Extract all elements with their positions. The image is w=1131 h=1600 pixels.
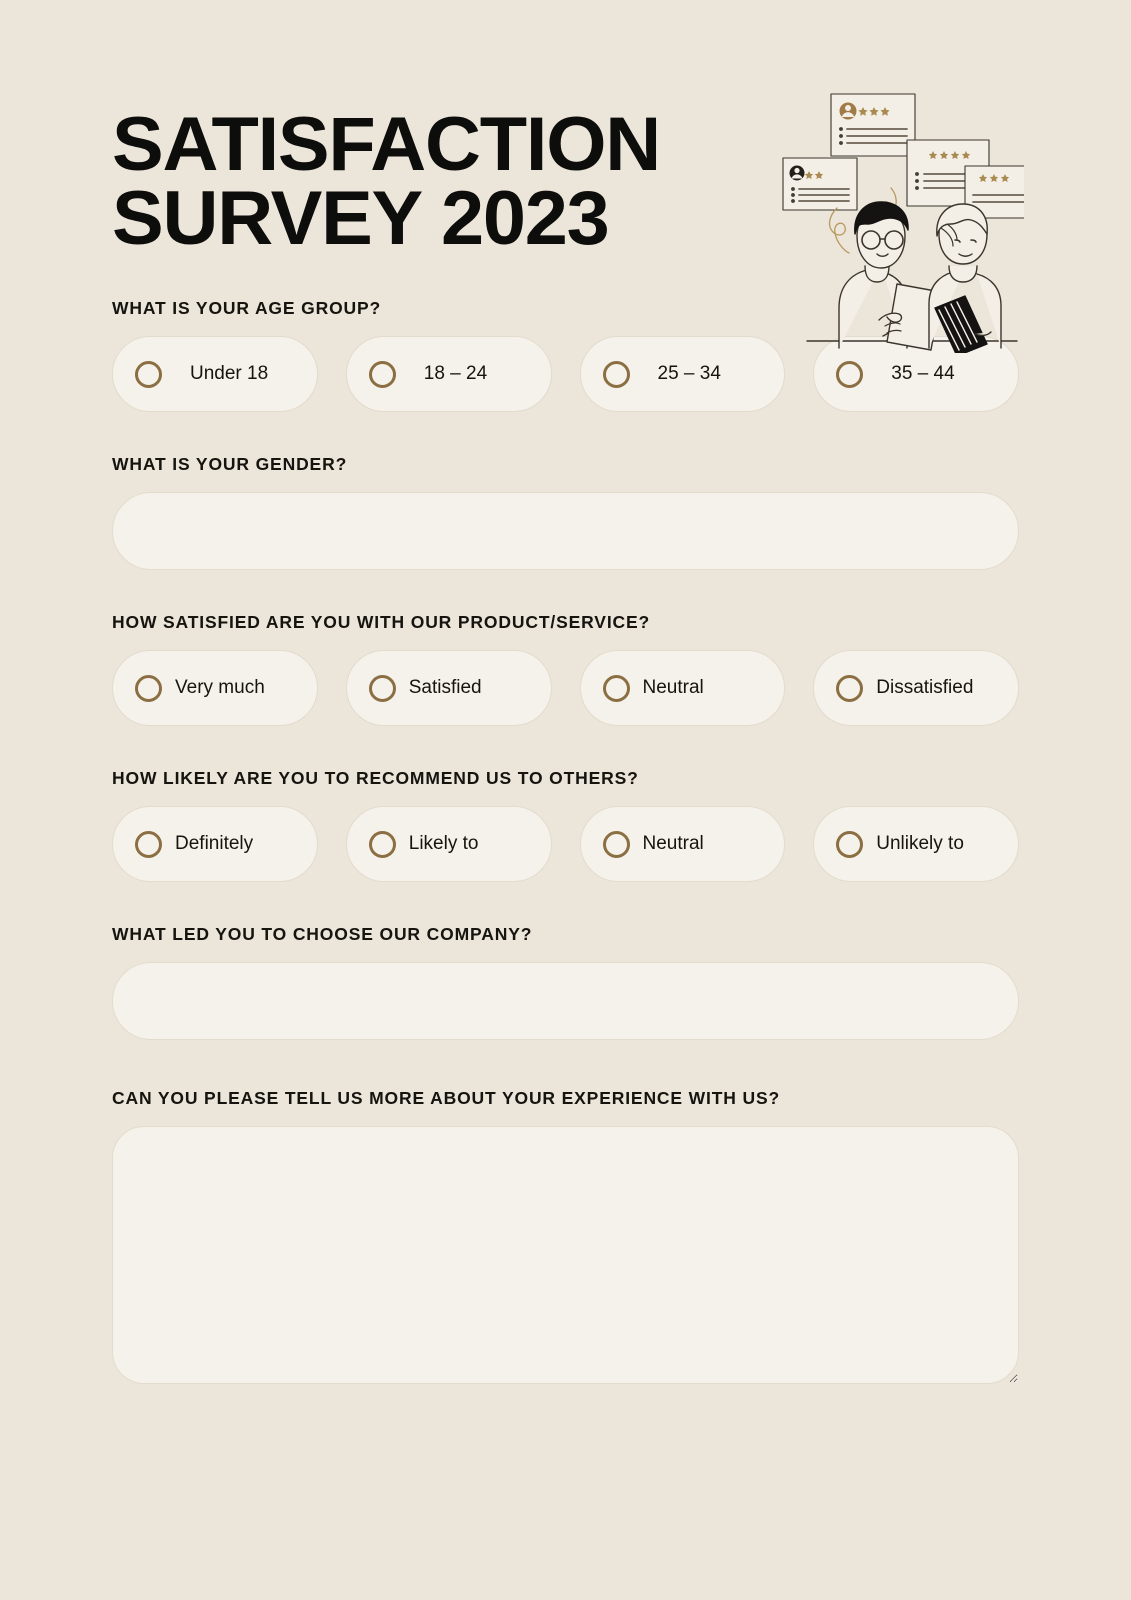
option-label: Neutral xyxy=(642,833,704,854)
option-label: Definitely xyxy=(175,833,254,854)
radio-icon[interactable] xyxy=(135,674,162,702)
experience-textarea[interactable] xyxy=(112,1126,1019,1384)
options-row-recommend: Definitely Likely to Neutral Unlikely to xyxy=(112,806,1019,882)
option-label: 18 – 24 xyxy=(423,363,488,384)
option-recommend-neutral[interactable]: Neutral xyxy=(579,806,786,882)
radio-icon[interactable] xyxy=(836,830,864,858)
option-recommend-unlikely-to[interactable]: Unlikely to xyxy=(813,806,1019,882)
page-title-line-2: SURVEY 2023 xyxy=(112,176,610,262)
radio-icon[interactable] xyxy=(368,830,396,858)
question-gender: WHAT IS YOUR GENDER? xyxy=(112,454,1019,570)
option-label: Under 18 xyxy=(190,363,269,384)
radio-icon[interactable] xyxy=(135,830,162,858)
radio-icon[interactable] xyxy=(135,360,162,388)
radio-icon[interactable] xyxy=(368,674,396,702)
option-satisfaction-dissatisfied[interactable]: Dissatisfied xyxy=(813,650,1019,726)
question-label-gender: WHAT IS YOUR GENDER? xyxy=(112,454,348,474)
question-label-satisfaction: HOW SATISFIED ARE YOU WITH OUR PRODUCT/S… xyxy=(112,612,651,632)
survey-page: SATISFACTION SURVEY 2023 WHAT IS YOUR AG… xyxy=(0,0,1131,1600)
question-label-recommend: HOW LIKELY ARE YOU TO RECOMMEND US TO OT… xyxy=(112,768,639,788)
question-satisfaction: HOW SATISFIED ARE YOU WITH OUR PRODUCT/S… xyxy=(112,612,1019,726)
option-label: 35 – 44 xyxy=(891,363,955,384)
radio-icon[interactable] xyxy=(836,674,864,702)
option-label: Likely to xyxy=(408,833,479,854)
page-header: SATISFACTION SURVEY 2023 xyxy=(112,0,1024,353)
options-row-satisfaction: Very much Satisfied Neutral Dissatisfied xyxy=(112,650,1019,726)
option-satisfaction-very-much[interactable]: Very much xyxy=(112,650,318,726)
option-recommend-definitely[interactable]: Definitely xyxy=(112,806,318,882)
question-choose-company: WHAT LED YOU TO CHOOSE OUR COMPANY? xyxy=(112,924,1019,1040)
option-label: 25 – 34 xyxy=(657,363,721,384)
option-satisfaction-satisfied[interactable]: Satisfied xyxy=(345,650,552,726)
radio-icon[interactable] xyxy=(368,360,396,388)
option-satisfaction-neutral[interactable]: Neutral xyxy=(579,650,786,726)
option-recommend-likely-to[interactable]: Likely to xyxy=(345,806,552,882)
option-age-under-18[interactable]: Under 18 xyxy=(112,336,318,412)
question-experience: CAN YOU PLEASE TELL US MORE ABOUT YOUR E… xyxy=(112,1088,1019,1384)
radio-icon[interactable] xyxy=(602,674,630,702)
page-title-line-1: SATISFACTION xyxy=(112,102,661,187)
option-label: Very much xyxy=(175,677,265,698)
option-label: Satisfied xyxy=(408,677,482,698)
gender-input[interactable] xyxy=(112,492,1019,570)
question-label-choose-company: WHAT LED YOU TO CHOOSE OUR COMPANY? xyxy=(112,924,533,944)
question-label-experience: CAN YOU PLEASE TELL US MORE ABOUT YOUR E… xyxy=(112,1088,781,1108)
option-age-18-24[interactable]: 18 – 24 xyxy=(345,336,552,412)
radio-icon[interactable] xyxy=(602,830,630,858)
option-age-25-34[interactable]: 25 – 34 xyxy=(579,336,786,412)
choose-company-input[interactable] xyxy=(112,962,1019,1040)
option-label: Unlikely to xyxy=(876,833,964,854)
option-label: Dissatisfied xyxy=(876,677,974,698)
page-title: SATISFACTION SURVEY 2023 xyxy=(112,107,785,257)
two-people-reading-reviews-illustration xyxy=(779,88,1024,353)
radio-icon[interactable] xyxy=(836,360,864,388)
question-recommend: HOW LIKELY ARE YOU TO RECOMMEND US TO OT… xyxy=(112,768,1019,882)
option-label: Neutral xyxy=(642,677,704,698)
radio-icon[interactable] xyxy=(602,360,630,388)
